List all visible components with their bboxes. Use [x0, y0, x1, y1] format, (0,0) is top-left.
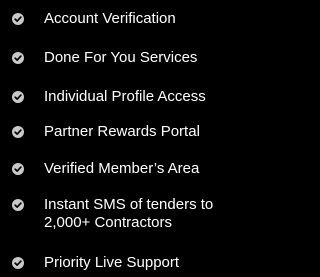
feature-label: Account Verification [44, 10, 176, 27]
feature-label: Priority Live Support [44, 254, 180, 271]
feature-label: Partner Rewards Portal [44, 123, 200, 140]
feature-list: Account Verification Done For You Servic… [0, 0, 253, 277]
check-circle-icon [12, 52, 24, 64]
check-circle-icon [12, 91, 24, 103]
check-circle-icon [12, 13, 24, 25]
check-circle-icon [12, 163, 24, 175]
feature-label: Done For You Services [44, 49, 198, 66]
feature-label: Individual Profile Access [44, 88, 206, 105]
check-circle-icon [12, 126, 24, 138]
check-circle-icon [12, 257, 24, 269]
feature-label: Verified Member’s Area [44, 160, 200, 177]
feature-label: Instant SMS of tenders to 2,000+ Contrac… [44, 196, 214, 231]
check-circle-icon [12, 199, 24, 211]
